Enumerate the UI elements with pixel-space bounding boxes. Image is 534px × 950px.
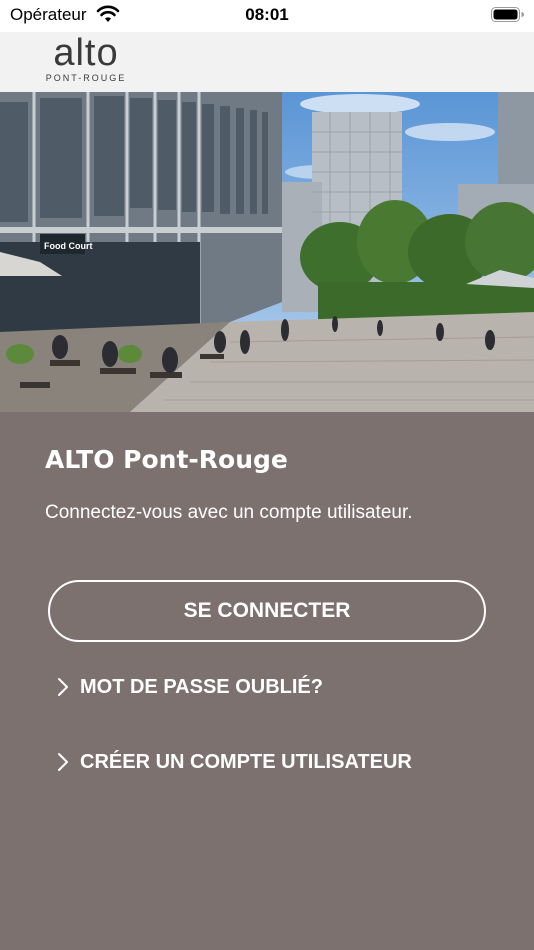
page-subtitle: Connectez-vous avec un compte utilisateu… <box>45 502 413 523</box>
hero-image: Food Court <box>0 92 534 412</box>
app-header: alto PONT-ROUGE <box>0 32 534 92</box>
status-bar: Opérateur 08:01 <box>0 0 534 32</box>
chevron-right-icon <box>58 753 68 771</box>
login-panel: ALTO Pont-Rouge Connectez-vous avec un c… <box>0 412 534 950</box>
status-time: 08:01 <box>245 5 289 24</box>
alto-logo: alto PONT-ROUGE <box>44 33 128 86</box>
create-account-link[interactable]: CRÉER UN COMPTE UTILISATEUR <box>56 747 412 777</box>
logo-subtext: PONT-ROUGE <box>45 73 127 83</box>
hero-illustration: Food Court <box>0 92 534 412</box>
create-account-label: CRÉER UN COMPTE UTILISATEUR <box>80 750 412 773</box>
forgot-password-label: MOT DE PASSE OUBLIÉ? <box>80 675 323 698</box>
page-title: ALTO Pont-Rouge <box>45 445 288 474</box>
battery-icon <box>491 7 524 22</box>
food-court-sign: Food Court <box>44 241 93 251</box>
login-button[interactable]: SE CONNECTER <box>48 580 486 642</box>
chevron-right-icon <box>58 678 68 696</box>
logo-wordmark: alto <box>53 32 119 74</box>
forgot-password-link[interactable]: MOT DE PASSE OUBLIÉ? <box>56 672 323 702</box>
